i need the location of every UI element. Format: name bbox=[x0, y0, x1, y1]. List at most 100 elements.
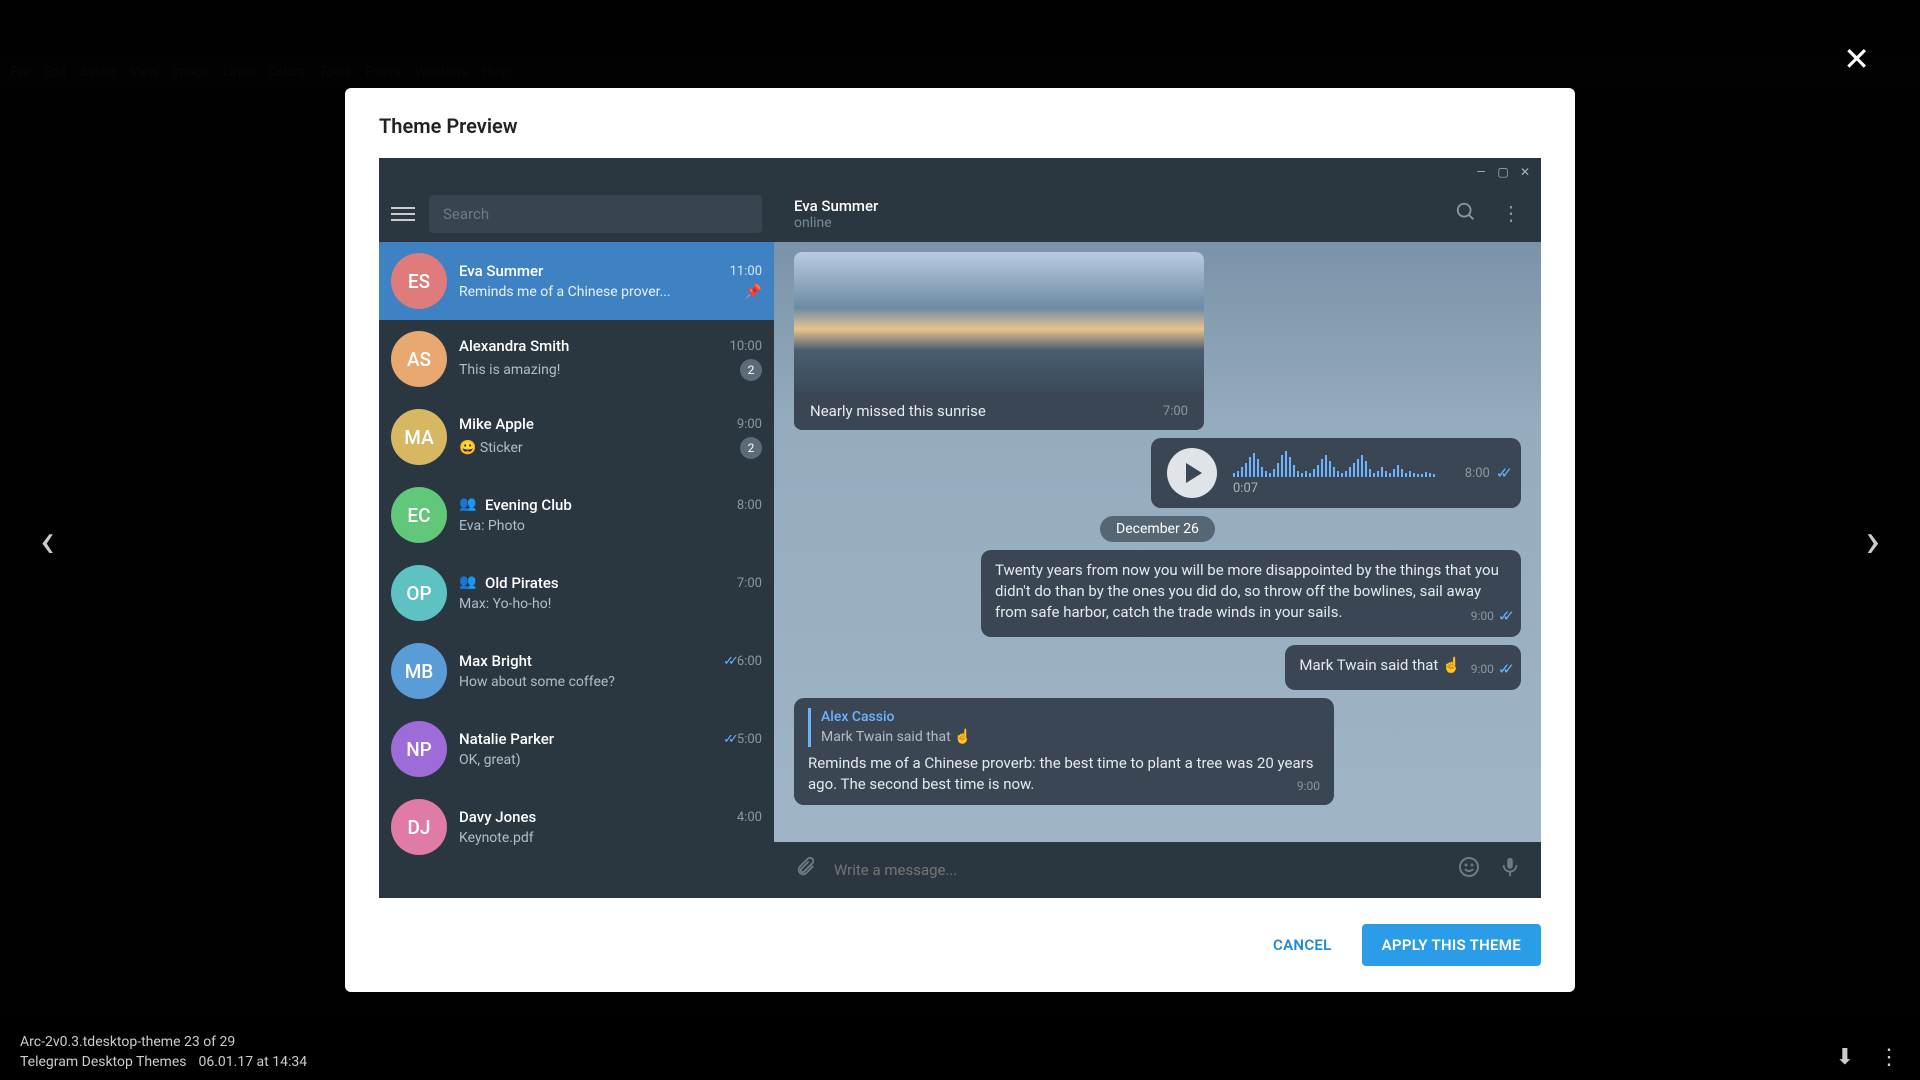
microphone-icon[interactable] bbox=[1499, 856, 1521, 884]
message-time: 9:00 bbox=[1297, 778, 1320, 795]
chat-preview-msg: Keynote.pdf bbox=[459, 830, 762, 846]
chat-name: Davy Jones bbox=[459, 808, 536, 826]
modal-actions: CANCEL APPLY THIS THEME bbox=[345, 898, 1575, 992]
chat-sidebar: Search ESEva Summer11:00Reminds me of a … bbox=[379, 186, 774, 898]
chat-list-item[interactable]: AS Alexandra Smith 10:00 This is amazing! 2 bbox=[379, 320, 774, 398]
window-close-icon[interactable]: ✕ bbox=[1515, 162, 1535, 182]
chat-list-item[interactable]: ESEva Summer11:00Reminds me of a Chinese… bbox=[379, 242, 774, 320]
reply-reference[interactable]: Alex Cassio Mark Twain said that ☝ bbox=[808, 708, 1320, 747]
unread-badge: 2 bbox=[740, 437, 762, 459]
read-check-icon: ✓✓ bbox=[1496, 464, 1505, 482]
chat-time: 4:00 bbox=[737, 810, 762, 825]
minimize-icon[interactable]: — bbox=[1471, 162, 1491, 182]
waveform[interactable] bbox=[1233, 451, 1449, 477]
chat-name: Mike Apple bbox=[459, 415, 534, 433]
message-time: 7:00 bbox=[1163, 404, 1188, 419]
search-icon[interactable] bbox=[1455, 201, 1477, 228]
date-separator: December 26 bbox=[1100, 516, 1215, 542]
chevron-right-icon[interactable]: › bbox=[1866, 512, 1880, 569]
chat-header: Eva Summer online ⋮ bbox=[774, 186, 1541, 242]
chat-header-status: online bbox=[794, 215, 878, 231]
chat-list-item[interactable]: MB Max Bright ✓✓6:00 How about some coffee? bbox=[379, 632, 774, 710]
chat-list-item[interactable]: EC👥Evening Club8:00Eva: Photo bbox=[379, 476, 774, 554]
chat-preview-msg: This is amazing! bbox=[459, 362, 734, 378]
chat-list-item[interactable]: OP 👥 Old Pirates 7:00 Max: Yo-ho-ho! bbox=[379, 554, 774, 632]
chat-name: Natalie Parker bbox=[459, 730, 554, 748]
telegram-preview-window: — ▢ ✕ Search ESEva Summer11:00Reminds me… bbox=[379, 158, 1541, 898]
avatar: EC bbox=[391, 487, 447, 543]
chat-preview-msg: 😀 Sticker bbox=[459, 440, 734, 456]
chevron-left-icon[interactable]: ‹ bbox=[40, 512, 54, 569]
voice-message: 0:07 8:00 ✓✓ bbox=[1151, 438, 1521, 508]
chat-time: 7:00 bbox=[737, 576, 762, 591]
read-check-icon: ✓✓ bbox=[1498, 606, 1507, 627]
image-caption: Nearly missed this sunrise bbox=[810, 402, 986, 420]
emoji-icon[interactable] bbox=[1457, 855, 1481, 885]
lightbox-datetime: 06.01.17 at 14:34 bbox=[198, 1054, 307, 1070]
conversation-panel: Eva Summer online ⋮ bbox=[774, 186, 1541, 898]
chat-time: 9:00 bbox=[737, 417, 762, 432]
download-icon[interactable]: ⬇ bbox=[1836, 1045, 1854, 1070]
chat-header-name: Eva Summer bbox=[794, 197, 878, 215]
modal-title: Theme Preview bbox=[345, 88, 1575, 158]
unread-badge: 2 bbox=[740, 359, 762, 381]
chat-name: Max Bright bbox=[459, 652, 532, 670]
chat-preview-msg: Eva: Photo bbox=[459, 518, 762, 534]
chat-time: 11:00 bbox=[730, 264, 762, 279]
search-input[interactable]: Search bbox=[429, 195, 762, 233]
chat-time: ✓✓5:00 bbox=[723, 732, 762, 747]
cancel-button[interactable]: CANCEL bbox=[1273, 936, 1332, 954]
sunrise-image[interactable] bbox=[794, 252, 1204, 392]
chat-time: 10:00 bbox=[730, 339, 762, 354]
attach-icon[interactable] bbox=[794, 856, 816, 884]
read-check-icon: ✓✓ bbox=[1498, 659, 1507, 680]
maximize-icon[interactable]: ▢ bbox=[1493, 162, 1513, 182]
lightbox-footer: Arc-2v0.3.tdesktop-theme 23 of 29 Telegr… bbox=[0, 1010, 1920, 1080]
lightbox-filename: Arc-2v0.3.tdesktop-theme 23 of 29 bbox=[20, 1034, 307, 1050]
message-list: Nearly missed this sunrise 7:00 0:07 bbox=[774, 242, 1541, 842]
window-titlebar: — ▢ ✕ bbox=[379, 158, 1541, 186]
message-time: 9:00 bbox=[1471, 608, 1494, 625]
apply-theme-button[interactable]: APPLY THIS THEME bbox=[1362, 924, 1541, 966]
compose-bar bbox=[774, 842, 1541, 898]
read-check-icon: ✓✓ bbox=[723, 654, 733, 669]
close-icon[interactable]: ✕ bbox=[1843, 40, 1870, 78]
message-time: 8:00 bbox=[1465, 466, 1490, 481]
hamburger-menu-icon[interactable] bbox=[391, 207, 415, 221]
chat-name: Eva Summer bbox=[459, 262, 543, 280]
read-check-icon: ✓✓ bbox=[723, 732, 733, 747]
chat-list-item[interactable]: NP Natalie Parker ✓✓5:00 OK, great) bbox=[379, 710, 774, 788]
message-time: 9:00 bbox=[1471, 661, 1494, 678]
lightbox-collection: Telegram Desktop Themes bbox=[20, 1054, 186, 1070]
chat-preview-msg: OK, great) bbox=[459, 752, 762, 768]
chat-name: Evening Club bbox=[485, 496, 572, 514]
theme-preview-modal: Theme Preview — ▢ ✕ Search ESEva Summer1… bbox=[345, 88, 1575, 992]
message-outgoing: Mark Twain said that ☝ 9:00✓✓ bbox=[1285, 645, 1521, 690]
avatar: AS bbox=[391, 331, 447, 387]
chat-preview-msg: Reminds me of a Chinese prover... bbox=[459, 284, 739, 300]
message-photo: Nearly missed this sunrise 7:00 bbox=[794, 252, 1521, 430]
message-outgoing: Twenty years from now you will be more d… bbox=[981, 550, 1521, 637]
voice-duration: 0:07 bbox=[1233, 481, 1449, 496]
message-input[interactable] bbox=[834, 861, 1439, 879]
chat-list-item[interactable]: MA Mike Apple 9:00😀 Sticker 2 bbox=[379, 398, 774, 476]
chat-preview-msg: How about some coffee? bbox=[459, 674, 762, 690]
avatar: DJ bbox=[391, 799, 447, 855]
avatar: MA bbox=[391, 409, 447, 465]
chat-list: ESEva Summer11:00Reminds me of a Chinese… bbox=[379, 242, 774, 898]
chat-time: ✓✓6:00 bbox=[723, 654, 762, 669]
chat-list-item[interactable]: DJ Davy Jones 4:00 Keynote.pdf bbox=[379, 788, 774, 866]
more-icon[interactable]: ⋮ bbox=[1501, 201, 1521, 228]
lightbox-overlay: ✕ ‹ › Theme Preview — ▢ ✕ Search ESEva S… bbox=[0, 0, 1920, 1080]
chat-name: Alexandra Smith bbox=[459, 337, 569, 355]
more-icon[interactable]: ⋮ bbox=[1878, 1045, 1900, 1070]
play-button[interactable] bbox=[1167, 448, 1217, 498]
avatar: NP bbox=[391, 721, 447, 777]
pin-icon: 📌 bbox=[745, 284, 762, 300]
avatar: MB bbox=[391, 643, 447, 699]
chat-preview-msg: Max: Yo-ho-ho! bbox=[459, 596, 762, 612]
group-icon: 👥 bbox=[459, 574, 477, 592]
avatar: OP bbox=[391, 565, 447, 621]
group-icon: 👥 bbox=[459, 496, 477, 514]
chat-name: Old Pirates bbox=[485, 574, 559, 592]
